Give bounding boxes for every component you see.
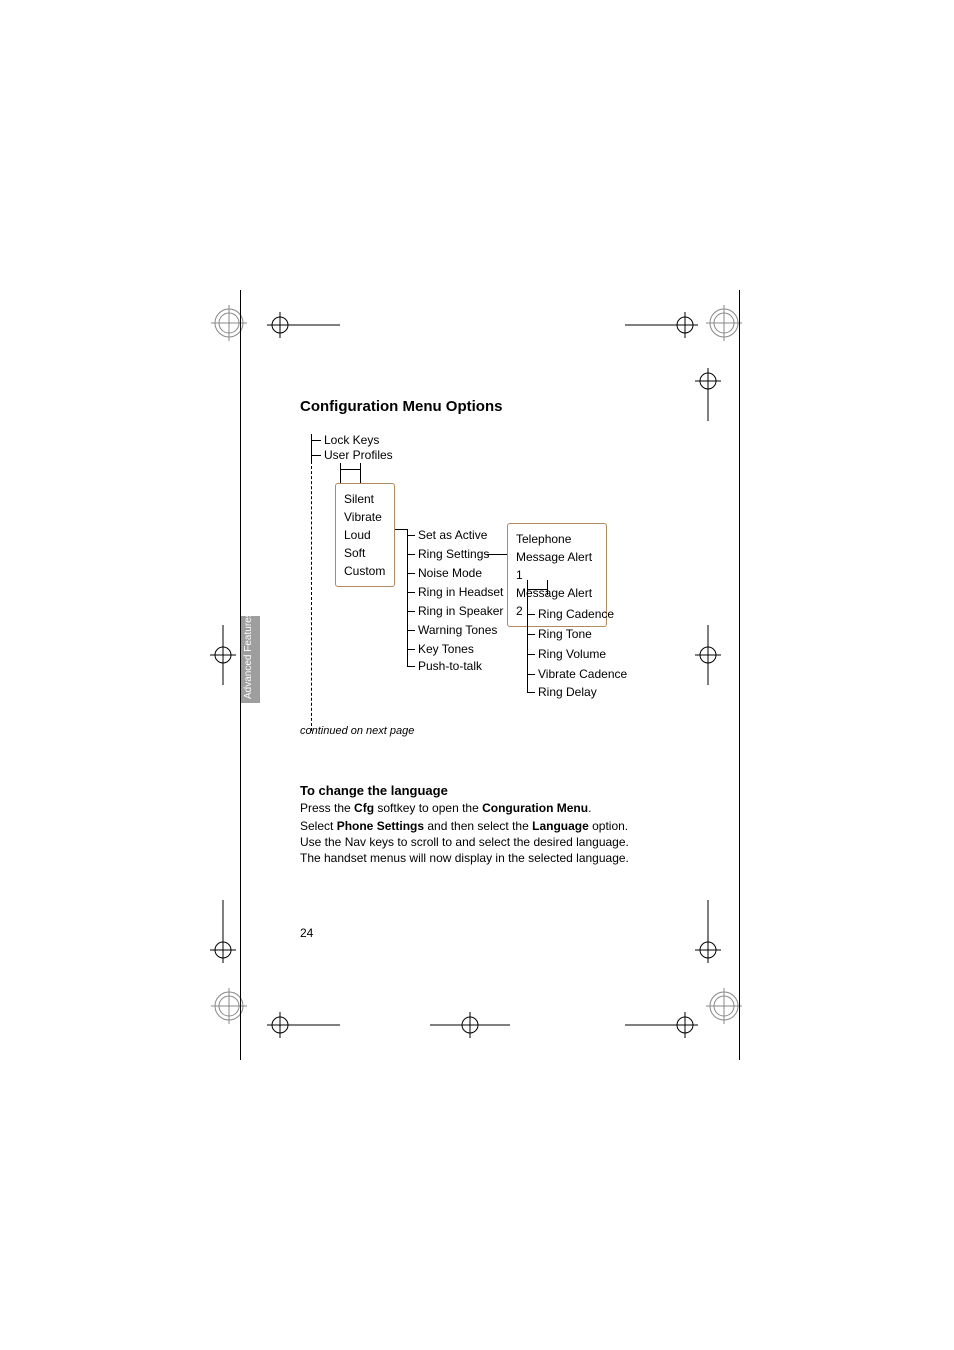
tree-item: Vibrate Cadence [538,667,627,681]
tree-item: Ring Delay [538,685,597,699]
tree-item: Push-to-talk [418,659,482,673]
tree-item: Silent [344,490,386,508]
tree-item: User Profiles [324,448,393,462]
tree-item: Noise Mode [418,566,482,580]
tree-item: Telephone [516,530,598,548]
tree-item: Lock Keys [324,433,379,447]
subsection-heading: To change the language [300,783,448,798]
tree-item: Ring Cadence [538,607,614,621]
continued-note: continued on next page [300,725,414,737]
paragraph: Select Phone Settings and then select th… [300,818,640,866]
tree-item: Ring Volume [538,647,606,661]
tree-item: Vibrate [344,508,386,526]
tree-item: Set as Active [418,528,487,542]
tree-item: Warning Tones [418,623,497,637]
tree-item: Loud [344,526,386,544]
sidebar-label: Advanced Features [243,612,254,699]
page-number: 24 [300,926,313,940]
tree-item: Message Alert 1 [516,548,598,584]
tree-item: Soft [344,544,386,562]
menu-tree-diagram: Lock Keys User Profiles Silent Vibrate L… [300,430,720,710]
section-title: Configuration Menu Options [300,398,502,415]
tree-item: Custom [344,562,386,580]
tree-item: Key Tones [418,642,474,656]
tree-item: Ring Tone [538,627,592,641]
profiles-box: Silent Vibrate Loud Soft Custom [335,483,395,587]
paragraph: Press the Cfg softkey to open the Congur… [300,800,640,816]
tree-item: Ring in Headset [418,585,503,599]
tree-item: Ring Settings [418,547,489,561]
tree-item: Ring in Speaker [418,604,503,618]
